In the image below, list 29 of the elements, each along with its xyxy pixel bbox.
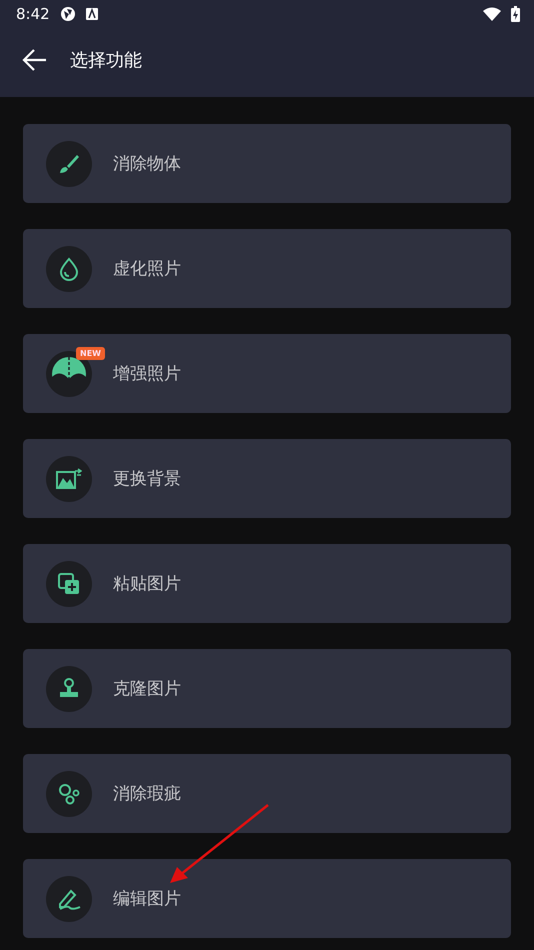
keyboard-icon (86, 8, 98, 20)
feature-label: 编辑图片 (113, 888, 181, 910)
feature-card[interactable]: 消除瑕疵 (23, 754, 511, 833)
feature-label: 更换背景 (113, 468, 181, 490)
feature-label: 消除物体 (113, 153, 181, 175)
feature-label: 消除瑕疵 (113, 783, 181, 805)
wifi-icon (483, 7, 501, 21)
feature-label: 粘贴图片 (113, 573, 181, 595)
feature-card[interactable]: 虚化照片 (23, 229, 511, 308)
status-time: 8:42 (16, 5, 50, 23)
feature-label: 克隆图片 (113, 678, 181, 700)
new-badge: NEW (76, 346, 105, 360)
drop-icon (58, 256, 80, 280)
feature-card[interactable]: NEW 增强照片 (23, 334, 511, 413)
feature-card[interactable]: 消除物体 (23, 124, 511, 203)
bubbles-icon (57, 782, 81, 806)
battery-icon (511, 6, 520, 22)
landscape-icon (56, 468, 82, 490)
feature-card[interactable]: 编辑图片 (23, 859, 511, 938)
pen-icon (56, 886, 82, 910)
feature-label: 增强照片 (113, 363, 181, 385)
back-button[interactable] (22, 46, 48, 72)
add-layer-icon (57, 572, 81, 596)
feature-label: 虚化照片 (113, 258, 181, 280)
sync-icon (60, 6, 76, 22)
feature-card[interactable]: 更换背景 (23, 439, 511, 518)
page-title: 选择功能 (70, 48, 142, 72)
feature-card[interactable]: 克隆图片 (23, 649, 511, 728)
feature-card[interactable]: 粘贴图片 (23, 544, 511, 623)
